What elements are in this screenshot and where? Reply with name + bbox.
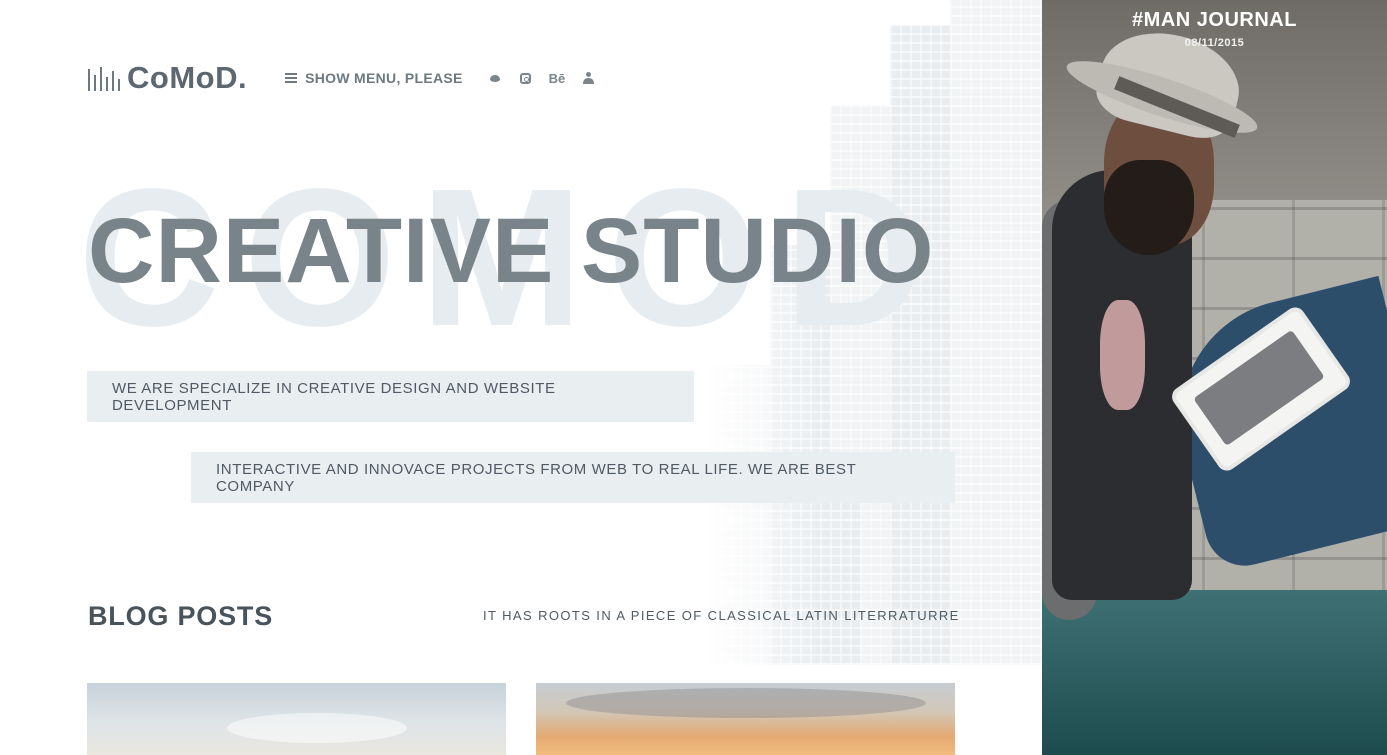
hero-title: CREATIVE STUDIO	[88, 200, 935, 302]
logo[interactable]: CoMoD.	[87, 60, 247, 96]
man-journal-panel[interactable]: #MAN JOURNAL 08/11/2015	[1042, 0, 1387, 755]
man-beard	[1104, 160, 1194, 255]
tagline-2-text: INTERACTIVE AND INNOVACE PROJECTS FROM W…	[216, 460, 857, 495]
hamburger-icon	[285, 73, 298, 83]
show-menu-label: SHOW MENU, PLEASE	[305, 70, 463, 86]
journal-title: #MAN JOURNAL	[1132, 9, 1297, 31]
logo-text: CoMoD.	[127, 60, 248, 95]
blog-post-thumbnail-2[interactable]	[536, 683, 955, 755]
show-menu-button[interactable]: SHOW MENU, PLEASE	[285, 70, 463, 86]
twitter-icon[interactable]	[489, 73, 502, 84]
tagline-2: INTERACTIVE AND INNOVACE PROJECTS FROM W…	[191, 452, 955, 503]
bench	[1042, 590, 1387, 755]
blog-posts-subtitle: IT HAS ROOTS IN A PIECE OF CLASSICAL LAT…	[483, 608, 960, 623]
behance-icon[interactable]: Bē	[549, 71, 566, 86]
tagline-1: WE ARE SPECIALIZE IN CREATIVE DESIGN AND…	[87, 371, 694, 422]
blog-post-thumbnail-1[interactable]	[87, 683, 506, 755]
journal-date: 08/11/2015	[1184, 37, 1245, 49]
shirt-print	[1100, 300, 1145, 410]
site-header: CoMoD. SHOW MENU, PLEASE Bē	[87, 60, 595, 96]
skyline-background	[700, 0, 1042, 755]
instagram-icon[interactable]	[519, 72, 531, 84]
user-icon[interactable]	[583, 72, 595, 84]
logo-bars-icon	[87, 65, 121, 91]
blog-posts-heading: BLOG POSTS	[88, 601, 274, 631]
tagline-1-text: WE ARE SPECIALIZE IN CREATIVE DESIGN AND…	[112, 379, 556, 414]
social-links: Bē	[489, 71, 595, 86]
